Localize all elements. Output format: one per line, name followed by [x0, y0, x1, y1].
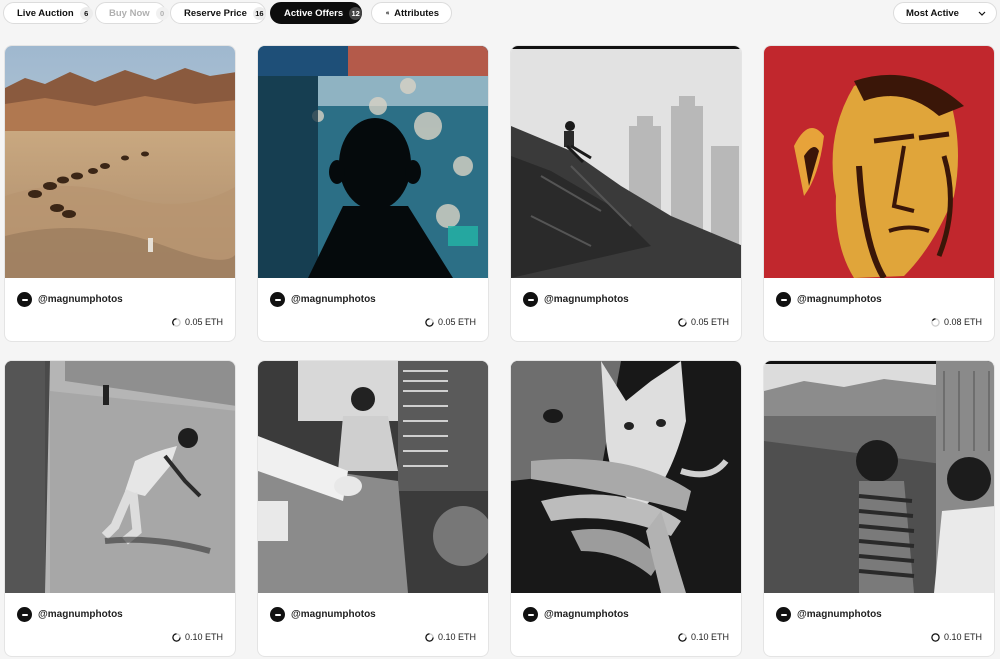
- owner-handle: @magnumphotos: [797, 609, 882, 620]
- owner-handle: @magnumphotos: [544, 294, 629, 305]
- owner-handle: @magnumphotos: [38, 294, 123, 305]
- children-train-window-photo[interactable]: [764, 361, 994, 593]
- nft-card[interactable]: @magnumphotos 0.10 ETH: [257, 360, 489, 657]
- desert-camel-caravan-photo[interactable]: [5, 46, 235, 278]
- filter-bar: Live Auction 6 Buy Now 0 Reserve Price 1…: [0, 0, 1000, 28]
- avatar: [776, 607, 791, 622]
- price-value: 0.05 ETH: [437, 317, 476, 327]
- owner[interactable]: @magnumphotos: [776, 607, 882, 622]
- nft-card[interactable]: @magnumphotos 0.05 ETH: [257, 45, 489, 342]
- avatar: [17, 607, 32, 622]
- countdown-icon: [172, 317, 181, 327]
- filter-count: 12: [349, 6, 363, 20]
- filter-label: Active Offers: [284, 7, 344, 19]
- owner[interactable]: @magnumphotos: [776, 292, 882, 307]
- countdown-icon: [425, 317, 434, 327]
- price: 0.10 ETH: [172, 632, 223, 642]
- filter-reserve-price[interactable]: Reserve Price 16: [170, 2, 266, 24]
- price: 0.05 ETH: [425, 317, 476, 327]
- price: 0.05 ETH: [172, 317, 223, 327]
- chevron-down-icon: [978, 11, 986, 16]
- boy-playing-street-photo[interactable]: [5, 361, 235, 593]
- nft-card[interactable]: @magnumphotos 0.05 ETH: [4, 45, 236, 342]
- filter-label: Reserve Price: [184, 7, 247, 19]
- filter-live-auction[interactable]: Live Auction 6: [3, 2, 93, 24]
- owner-handle: @magnumphotos: [544, 609, 629, 620]
- price-value: 0.10 ETH: [437, 632, 476, 642]
- price: 0.10 ETH: [425, 632, 476, 642]
- countdown-icon: [931, 317, 940, 327]
- filter-active-offers[interactable]: Active Offers 12: [270, 2, 363, 24]
- price-value: 0.08 ETH: [943, 317, 982, 327]
- filter-count: 0: [155, 6, 169, 20]
- nft-card[interactable]: @magnumphotos 0.08 ETH: [763, 45, 995, 342]
- countdown-icon: [678, 317, 687, 327]
- owner-handle: @magnumphotos: [797, 294, 882, 305]
- filter-count: 6: [79, 6, 93, 20]
- price-value: 0.10 ETH: [690, 632, 729, 642]
- owner[interactable]: @magnumphotos: [270, 292, 376, 307]
- price: 0.05 ETH: [678, 317, 729, 327]
- filter-buy-now[interactable]: Buy Now 0: [95, 2, 169, 24]
- price: 0.08 ETH: [931, 317, 982, 327]
- filter-label: Buy Now: [109, 7, 150, 19]
- avatar: [17, 292, 32, 307]
- nft-card[interactable]: @magnumphotos 0.10 ETH: [4, 360, 236, 657]
- nft-card[interactable]: @magnumphotos 0.10 ETH: [763, 360, 995, 657]
- countdown-icon: [172, 632, 181, 642]
- red-pop-art-portrait[interactable]: [764, 46, 994, 278]
- nft-card[interactable]: @magnumphotos 0.10 ETH: [510, 360, 742, 657]
- price: 0.10 ETH: [678, 632, 729, 642]
- countdown-icon: [425, 632, 434, 642]
- boy-on-rock-skyline-photo[interactable]: [511, 46, 741, 278]
- price-value: 0.05 ETH: [690, 317, 729, 327]
- owner-handle: @magnumphotos: [38, 609, 123, 620]
- owner[interactable]: @magnumphotos: [523, 607, 629, 622]
- kitten-in-hand-photo[interactable]: [511, 361, 741, 593]
- owner[interactable]: @magnumphotos: [17, 607, 123, 622]
- price-value: 0.10 ETH: [943, 632, 982, 642]
- man-at-desk-studio-photo[interactable]: [258, 361, 488, 593]
- avatar: [776, 292, 791, 307]
- avatar: [270, 607, 285, 622]
- countdown-icon: [931, 632, 940, 642]
- sort-selected-label: Most Active: [906, 7, 959, 19]
- price: 0.10 ETH: [931, 632, 982, 642]
- owner-handle: @magnumphotos: [291, 609, 376, 620]
- attributes-button[interactable]: Attributes: [371, 2, 452, 24]
- owner[interactable]: @magnumphotos: [523, 292, 629, 307]
- sliders-icon: [386, 11, 390, 15]
- avatar: [270, 292, 285, 307]
- owner[interactable]: @magnumphotos: [17, 292, 123, 307]
- owner-handle: @magnumphotos: [291, 294, 376, 305]
- filter-label: Live Auction: [17, 7, 74, 19]
- avatar: [523, 292, 538, 307]
- attributes-label: Attributes: [394, 7, 439, 19]
- countdown-icon: [678, 632, 687, 642]
- avatar: [523, 607, 538, 622]
- price-value: 0.10 ETH: [184, 632, 223, 642]
- filter-count: 16: [252, 6, 266, 20]
- owner[interactable]: @magnumphotos: [270, 607, 376, 622]
- sort-select[interactable]: Most Active: [893, 2, 997, 24]
- price-value: 0.05 ETH: [184, 317, 223, 327]
- shadow-on-blue-wall-photo[interactable]: [258, 46, 488, 278]
- nft-card[interactable]: @magnumphotos 0.05 ETH: [510, 45, 742, 342]
